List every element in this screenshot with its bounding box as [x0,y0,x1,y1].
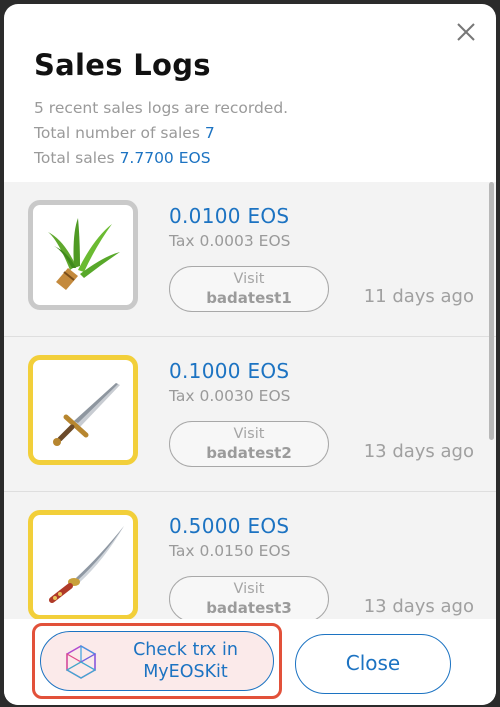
visit-label: Visit [233,271,265,287]
sale-time: 13 days ago [363,441,474,462]
sales-summary: 5 recent sales logs are recorded. Total … [34,96,466,171]
visit-label: Visit [233,581,265,597]
page-title: Sales Logs [34,48,211,82]
item-thumbnail [28,355,138,465]
sale-tax: Tax 0.0150 EOS [169,542,291,560]
close-icon[interactable] [452,18,480,46]
total-number-label: Total number of sales [34,124,200,142]
sale-time: 11 days ago [363,286,474,307]
total-sales-value: 7.7700 EOS [119,149,211,167]
buyer-account: badatest1 [206,289,292,307]
buyer-account: badatest2 [206,444,292,462]
list-item: 0.5000 EOS Tax 0.0150 EOS Visit badatest… [4,492,496,619]
visit-button[interactable]: Visit badatest1 [169,266,329,312]
modal-footer: Check trx in MyEOSKit Close [4,619,496,705]
herb-bundle-icon [48,218,120,290]
check-trx-button[interactable]: Check trx in MyEOSKit [40,631,274,691]
sale-price: 0.0100 EOS [169,204,290,228]
list-item: 0.1000 EOS Tax 0.0030 EOS Visit badatest… [4,337,496,491]
check-trx-line1: Check trx in [133,640,238,660]
sword-icon [53,383,120,446]
sale-time: 13 days ago [363,596,474,617]
sale-tax: Tax 0.0003 EOS [169,232,291,250]
modal-header: Sales Logs 5 recent sales logs are recor… [34,48,466,171]
sale-price: 0.1000 EOS [169,359,290,383]
total-number-value: 7 [204,124,215,142]
check-trx-line2: MyEOSKit [143,662,228,682]
check-trx-label: Check trx in MyEOSKit [113,639,258,683]
list-scrollbar[interactable] [489,182,494,440]
buyer-account: badatest3 [206,599,292,617]
sale-tax: Tax 0.0030 EOS [169,387,291,405]
total-sales-row: Total sales 7.7700 EOS [34,146,466,171]
list-item: 0.0100 EOS Tax 0.0003 EOS Visit badatest… [4,182,496,336]
total-number-row: Total number of sales 7 [34,121,466,146]
item-thumbnail [28,200,138,310]
recent-logs-text: 5 recent sales logs are recorded. [34,99,289,117]
sale-price: 0.5000 EOS [169,514,290,538]
myeoskit-icon [65,644,97,679]
visit-label: Visit [233,426,265,442]
total-sales-label: Total sales [34,149,115,167]
item-thumbnail [28,510,138,619]
sales-list[interactable]: 0.0100 EOS Tax 0.0003 EOS Visit badatest… [4,182,496,619]
visit-button[interactable]: Visit badatest2 [169,421,329,467]
close-button[interactable]: Close [295,634,451,694]
visit-button[interactable]: Visit badatest3 [169,576,329,619]
sales-logs-modal: Sales Logs 5 recent sales logs are recor… [4,4,496,705]
katana-icon [49,526,124,603]
